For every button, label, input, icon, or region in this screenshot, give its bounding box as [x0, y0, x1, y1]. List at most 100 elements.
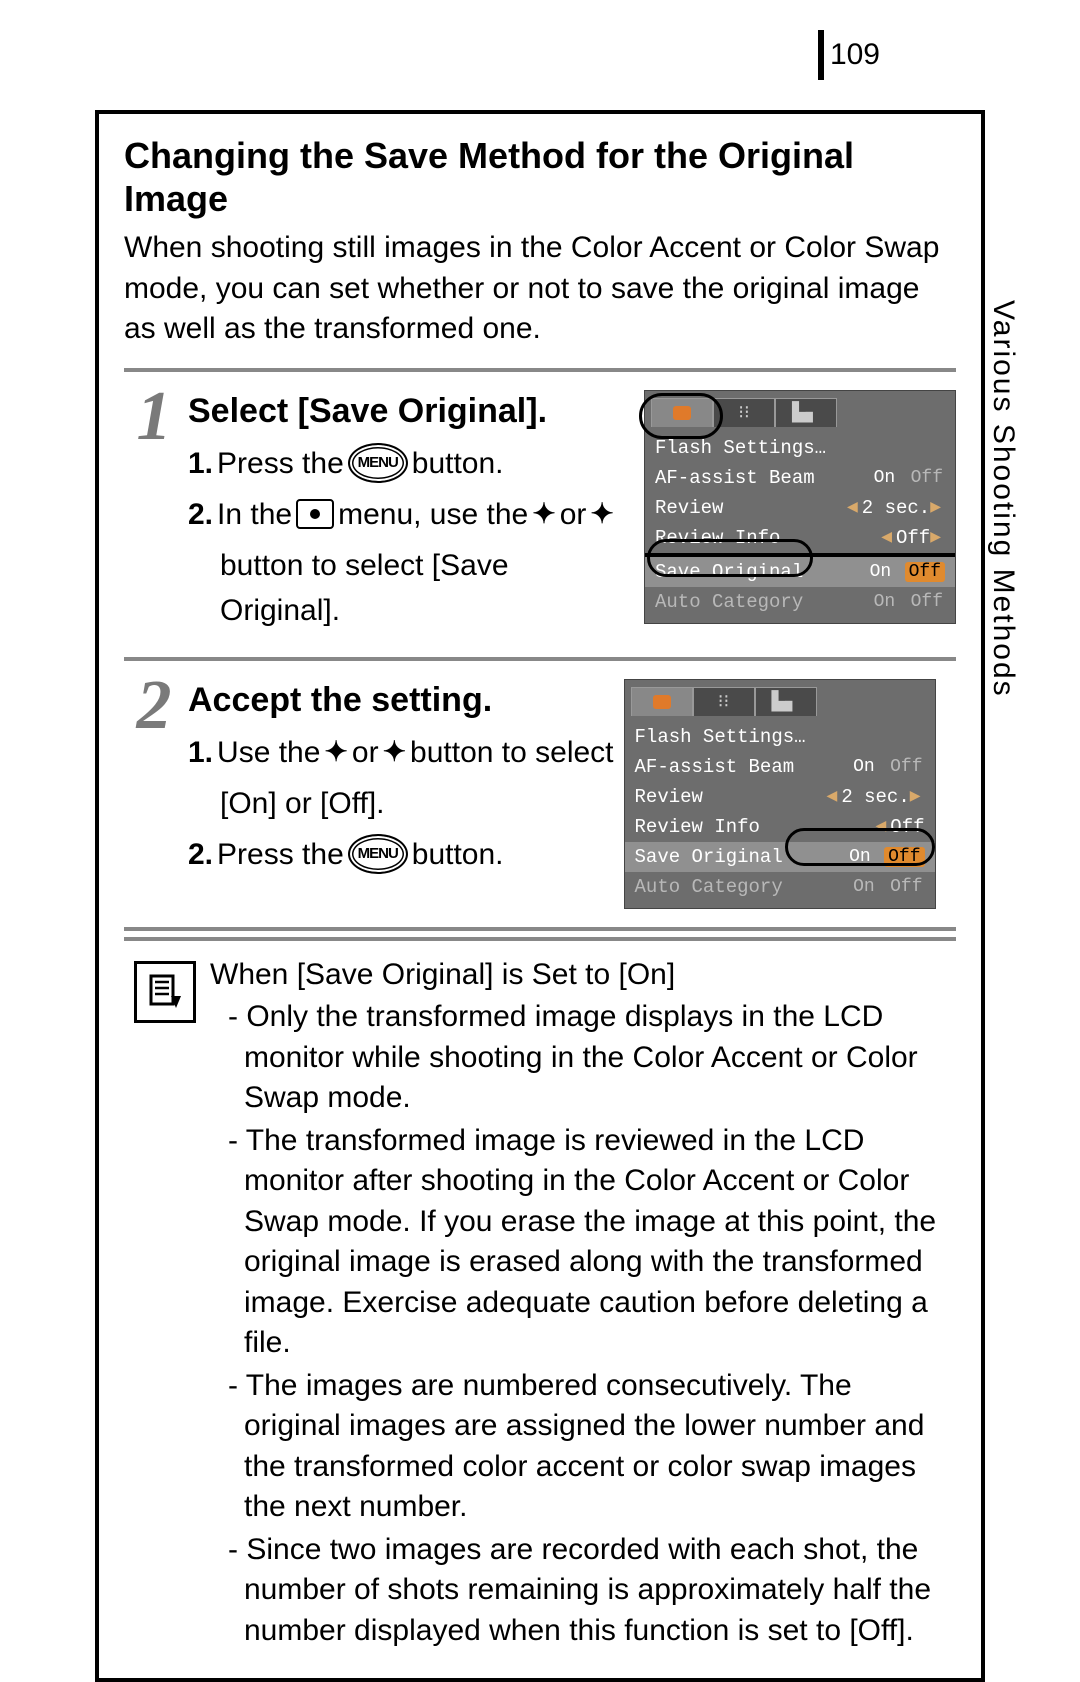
text: Use the: [217, 730, 320, 775]
note-bullet: Only the transformed image displays in t…: [228, 997, 956, 1119]
right-tri-icon: ▶: [910, 788, 921, 805]
step-2: 2 Accept the setting. 1. Use the ✦ or ✦ …: [124, 671, 956, 909]
text: Press the: [217, 441, 344, 486]
right-tri-icon: ▶: [930, 499, 941, 516]
lcd-screenshot-2: ⁝⁝ ▙▖ Flash Settings… AF-assist BeamOn O…: [624, 679, 936, 909]
step-number: 2: [124, 671, 184, 741]
menu-row-save-original: Save OriginalOn Off: [625, 842, 935, 872]
up-arrow-icon: ✦: [532, 493, 555, 535]
record-menu-icon: [296, 499, 334, 529]
menu-tabs: ⁝⁝ ▙▖: [651, 397, 949, 429]
menu-row: Review◀2 sec.▶: [625, 782, 935, 812]
divider: [124, 368, 956, 372]
right-arrow-icon: ✦: [383, 731, 406, 773]
text: [On] or [Off].: [220, 781, 385, 826]
step-2-line-2: 2. Press the MENU button.: [188, 832, 614, 877]
menu-row: Auto CategoryOn Off: [645, 587, 955, 617]
substep-num: 1.: [188, 730, 213, 775]
text: menu, use the: [338, 492, 528, 537]
text: button.: [412, 832, 504, 877]
row-off: Off: [888, 877, 924, 897]
row-label: Auto Category: [655, 591, 872, 613]
step-1-title: Select [Save Original].: [188, 392, 634, 431]
row-off: Off: [909, 468, 945, 488]
row-on: On: [872, 468, 898, 488]
row-off: Off: [905, 562, 945, 582]
menu-button-icon: MENU: [348, 834, 408, 874]
note-bullet: The transformed image is reviewed in the…: [228, 1121, 956, 1364]
row-label: Review Info: [635, 816, 872, 838]
menu-row: Auto CategoryOn Off: [625, 872, 935, 902]
left-tri-icon: ◀: [827, 788, 838, 805]
row-value: 2 sec.: [862, 497, 930, 519]
text: In the: [217, 492, 292, 537]
tab-camera: [631, 687, 693, 716]
note-text: When [Save Original] is Set to [On] Only…: [210, 955, 956, 1654]
menu-row: AF-assist BeamOn Off: [625, 752, 935, 782]
camera-icon: [673, 406, 691, 420]
step-1-line-2: 2. In the menu, use the ✦ or ✦: [188, 492, 634, 537]
text: button.: [412, 441, 504, 486]
row-label: Flash Settings…: [635, 726, 925, 748]
divider: [124, 937, 956, 941]
row-value: Off: [896, 527, 930, 549]
content-frame: Changing the Save Method for the Origina…: [95, 110, 985, 1682]
text: or: [560, 492, 587, 537]
lcd-screenshot-1: ⁝⁝ ▙▖ Flash Settings… AF-assist BeamOn O…: [644, 390, 956, 624]
row-label: Review: [635, 786, 823, 808]
row-off: Off: [884, 847, 924, 867]
menu-row: Review Info◀Off: [625, 812, 935, 842]
tab-setup: ▙▖: [755, 687, 817, 716]
row-off: Off: [888, 757, 924, 777]
tab-tools: ⁝⁝: [713, 398, 775, 427]
right-tri-icon: ▶: [930, 529, 941, 546]
menu-row-save-original: Save OriginalOn Off: [645, 555, 955, 587]
page: 109 Various Shooting Methods Changing th…: [0, 0, 1080, 1521]
substep-num: 2.: [188, 832, 213, 877]
row-label: Save Original: [655, 561, 868, 583]
step-2-line-1b: [On] or [Off].: [188, 781, 614, 826]
note-list: Only the transformed image displays in t…: [210, 997, 956, 1651]
menu-row: Flash Settings…: [625, 722, 935, 752]
row-value: Off: [890, 816, 924, 838]
row-on: On: [851, 877, 877, 897]
menu-tabs: ⁝⁝ ▙▖: [631, 686, 929, 718]
tab-camera: [651, 398, 713, 427]
divider: [124, 927, 956, 931]
row-label: AF-assist Beam: [635, 756, 852, 778]
text: button to select: [410, 730, 613, 775]
divider: [124, 657, 956, 661]
step-1-line-1: 1. Press the MENU button.: [188, 441, 634, 486]
row-on: On: [851, 757, 877, 777]
menu-row: Review◀2 sec.▶: [645, 493, 955, 523]
step-1-line-2b: button to select [Save Original].: [188, 543, 634, 633]
section-tab: Various Shooting Methods: [986, 300, 1020, 698]
row-on: On: [872, 592, 898, 612]
down-arrow-icon: ✦: [590, 493, 613, 535]
camera-icon: [653, 695, 671, 709]
row-label: AF-assist Beam: [655, 467, 872, 489]
row-off: Off: [909, 592, 945, 612]
intro-text: When shooting still images in the Color …: [124, 228, 956, 350]
note-bullet: Since two images are recorded with each …: [228, 1530, 956, 1652]
text: button to select [Save Original].: [220, 543, 634, 633]
tab-setup: ▙▖: [775, 398, 837, 427]
note-heading: When [Save Original] is Set to [On]: [210, 955, 956, 996]
text: Press the: [217, 832, 344, 877]
page-title: Changing the Save Method for the Origina…: [124, 134, 956, 220]
row-on: On: [847, 847, 873, 867]
left-tri-icon: ◀: [847, 499, 858, 516]
note-icon: [134, 961, 196, 1023]
left-arrow-icon: ✦: [324, 731, 347, 773]
row-label: Save Original: [635, 846, 848, 868]
left-tri-icon: ◀: [881, 529, 892, 546]
substep-num: 1.: [188, 441, 213, 486]
step-2-title: Accept the setting.: [188, 681, 614, 720]
text: or: [352, 730, 379, 775]
row-label: Review: [655, 497, 843, 519]
menu-row: AF-assist BeamOn Off: [645, 463, 955, 493]
step-1: 1 Select [Save Original]. 1. Press the M…: [124, 382, 956, 639]
page-number: 109: [818, 30, 880, 80]
note-bullet: The images are numbered consecutively. T…: [228, 1366, 956, 1528]
menu-button-icon: MENU: [348, 443, 408, 483]
